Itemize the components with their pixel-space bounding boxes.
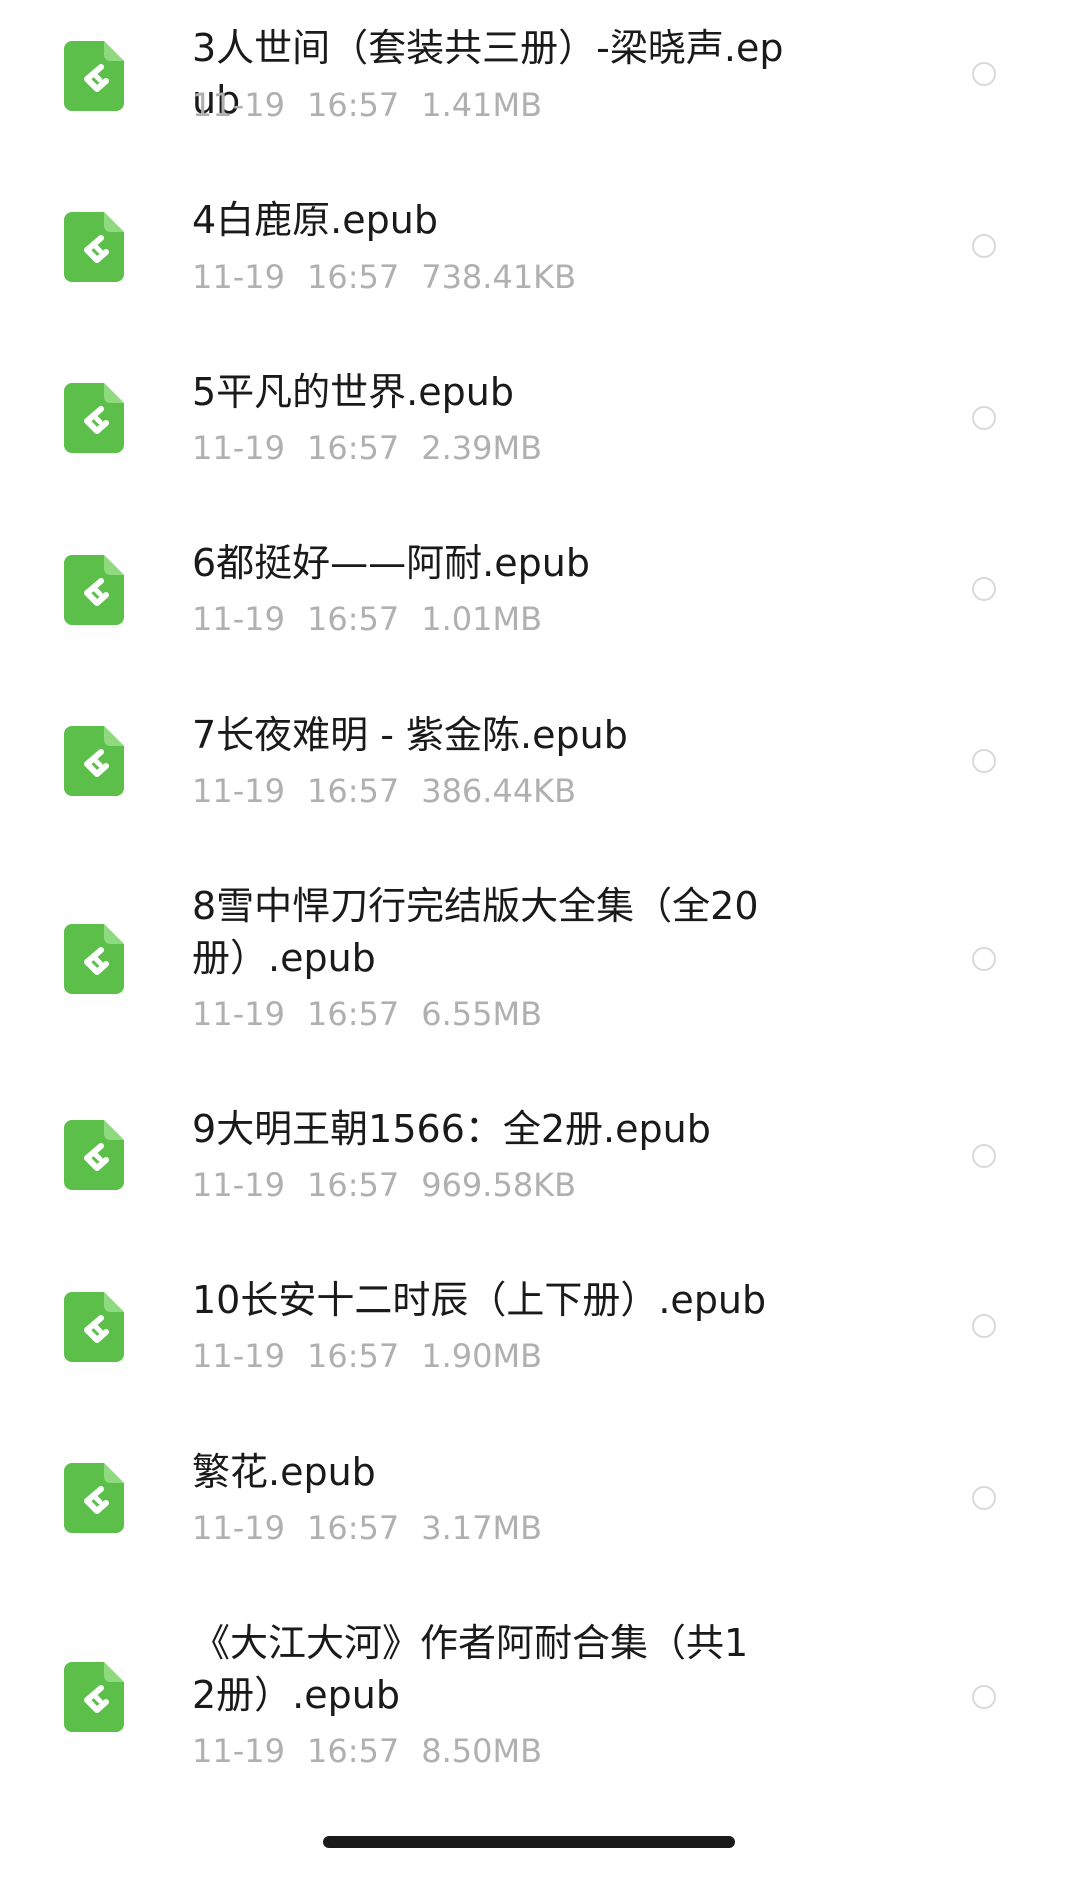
file-time: 16:57: [306, 995, 400, 1033]
file-date: 11-19: [192, 429, 285, 467]
epub-file-icon: [64, 212, 124, 282]
file-name: 8雪中悍刀行完结版大全集（全20册）.epub: [192, 884, 759, 980]
file-meta: 11-19 16:57 969.58KB: [192, 1165, 576, 1205]
epub-file-icon: [64, 383, 124, 453]
file-date: 11-19: [192, 1166, 285, 1204]
list-item[interactable]: 《大江大河》作者阿耐合集（共12册）.epub 11-19 16:57 8.50MB: [0, 1573, 1080, 1813]
list-item[interactable]: 7长夜难明 - 紫金陈.epub 11-19 16:57 386.44KB: [0, 665, 1080, 836]
select-radio[interactable]: [972, 577, 996, 601]
file-meta: 11-19 16:57 1.41MB: [192, 85, 542, 125]
home-indicator[interactable]: [323, 1836, 735, 1848]
file-time: 16:57: [306, 86, 400, 124]
select-radio[interactable]: [972, 947, 996, 971]
file-size: 969.58KB: [421, 1166, 577, 1204]
file-size: 2.39MB: [421, 429, 543, 467]
file-date: 11-19: [192, 1337, 285, 1375]
list-item[interactable]: 9大明王朝1566：全2册.epub 11-19 16:57 969.58KB: [0, 1059, 1080, 1230]
file-date: 11-19: [192, 86, 285, 124]
list-item[interactable]: 6都挺好——阿耐.epub 11-19 16:57 1.01MB: [0, 493, 1080, 665]
list-item[interactable]: 10长安十二时辰（上下册）.epub 11-19 16:57 1.90MB: [0, 1230, 1080, 1402]
epub-file-icon: [64, 555, 124, 625]
file-size: 738.41KB: [421, 258, 577, 296]
epub-file-icon: [64, 1463, 124, 1533]
select-radio[interactable]: [972, 1486, 996, 1510]
file-size: 6.55MB: [421, 995, 543, 1033]
epub-file-icon: [64, 41, 124, 111]
file-size: 8.50MB: [421, 1732, 543, 1770]
file-time: 16:57: [306, 1732, 400, 1770]
select-radio[interactable]: [972, 234, 996, 258]
file-date: 11-19: [192, 772, 285, 810]
file-meta: 11-19 16:57 738.41KB: [192, 257, 576, 297]
select-radio[interactable]: [972, 62, 996, 86]
list-item[interactable]: 4白鹿原.epub 11-19 16:57 738.41KB: [0, 150, 1080, 322]
file-time: 16:57: [306, 600, 400, 638]
list-item[interactable]: 繁花.epub 11-19 16:57 3.17MB: [0, 1402, 1080, 1573]
file-date: 11-19: [192, 995, 285, 1033]
list-item[interactable]: 3人世间（套装共三册）-梁晓声.epub 11-19 16:57 1.41MB: [0, 0, 1080, 150]
file-meta: 11-19 16:57 1.01MB: [192, 599, 542, 639]
file-name: 5平凡的世界.epub: [192, 370, 514, 414]
epub-file-icon: [64, 1662, 124, 1732]
file-size: 1.41MB: [421, 86, 543, 124]
file-meta: 11-19 16:57 6.55MB: [192, 994, 542, 1034]
file-time: 16:57: [306, 1509, 400, 1547]
file-time: 16:57: [306, 258, 400, 296]
file-name: 6都挺好——阿耐.epub: [192, 541, 590, 585]
file-meta: 11-19 16:57 2.39MB: [192, 428, 542, 468]
file-meta: 11-19 16:57 386.44KB: [192, 771, 576, 811]
file-size: 1.01MB: [421, 600, 543, 638]
file-name: 4白鹿原.epub: [192, 198, 438, 242]
file-meta: 11-19 16:57 3.17MB: [192, 1508, 542, 1548]
file-list: 3人世间（套装共三册）-梁晓声.epub 11-19 16:57 1.41MB 4白…: [0, 0, 1080, 1887]
file-name: 10长安十二时辰（上下册）.epub: [192, 1278, 767, 1322]
list-item[interactable]: 5平凡的世界.epub 11-19 16:57 2.39MB: [0, 322, 1080, 493]
file-time: 16:57: [306, 772, 400, 810]
file-meta: 11-19 16:57 1.90MB: [192, 1336, 542, 1376]
select-radio[interactable]: [972, 1144, 996, 1168]
file-date: 11-19: [192, 600, 285, 638]
file-name: 7长夜难明 - 紫金陈.epub: [192, 713, 628, 757]
file-name: 《大江大河》作者阿耐合集（共12册）.epub: [192, 1621, 749, 1717]
epub-file-icon: [64, 924, 124, 994]
select-radio[interactable]: [972, 1314, 996, 1338]
file-date: 11-19: [192, 1509, 285, 1547]
file-time: 16:57: [306, 1166, 400, 1204]
file-date: 11-19: [192, 1732, 285, 1770]
epub-file-icon: [64, 1292, 124, 1362]
file-name: 9大明王朝1566：全2册.epub: [192, 1107, 711, 1151]
select-radio[interactable]: [972, 749, 996, 773]
file-size: 386.44KB: [421, 772, 577, 810]
epub-file-icon: [64, 726, 124, 796]
file-name: 繁花.epub: [192, 1450, 376, 1494]
file-time: 16:57: [306, 1337, 400, 1375]
file-date: 11-19: [192, 258, 285, 296]
select-radio[interactable]: [972, 406, 996, 430]
list-item[interactable]: 8雪中悍刀行完结版大全集（全20册）.epub 11-19 16:57 6.55MB: [0, 836, 1080, 1059]
epub-file-icon: [64, 1120, 124, 1190]
file-meta: 11-19 16:57 8.50MB: [192, 1731, 542, 1771]
file-time: 16:57: [306, 429, 400, 467]
select-radio[interactable]: [972, 1685, 996, 1709]
file-size: 3.17MB: [421, 1509, 543, 1547]
file-size: 1.90MB: [421, 1337, 543, 1375]
